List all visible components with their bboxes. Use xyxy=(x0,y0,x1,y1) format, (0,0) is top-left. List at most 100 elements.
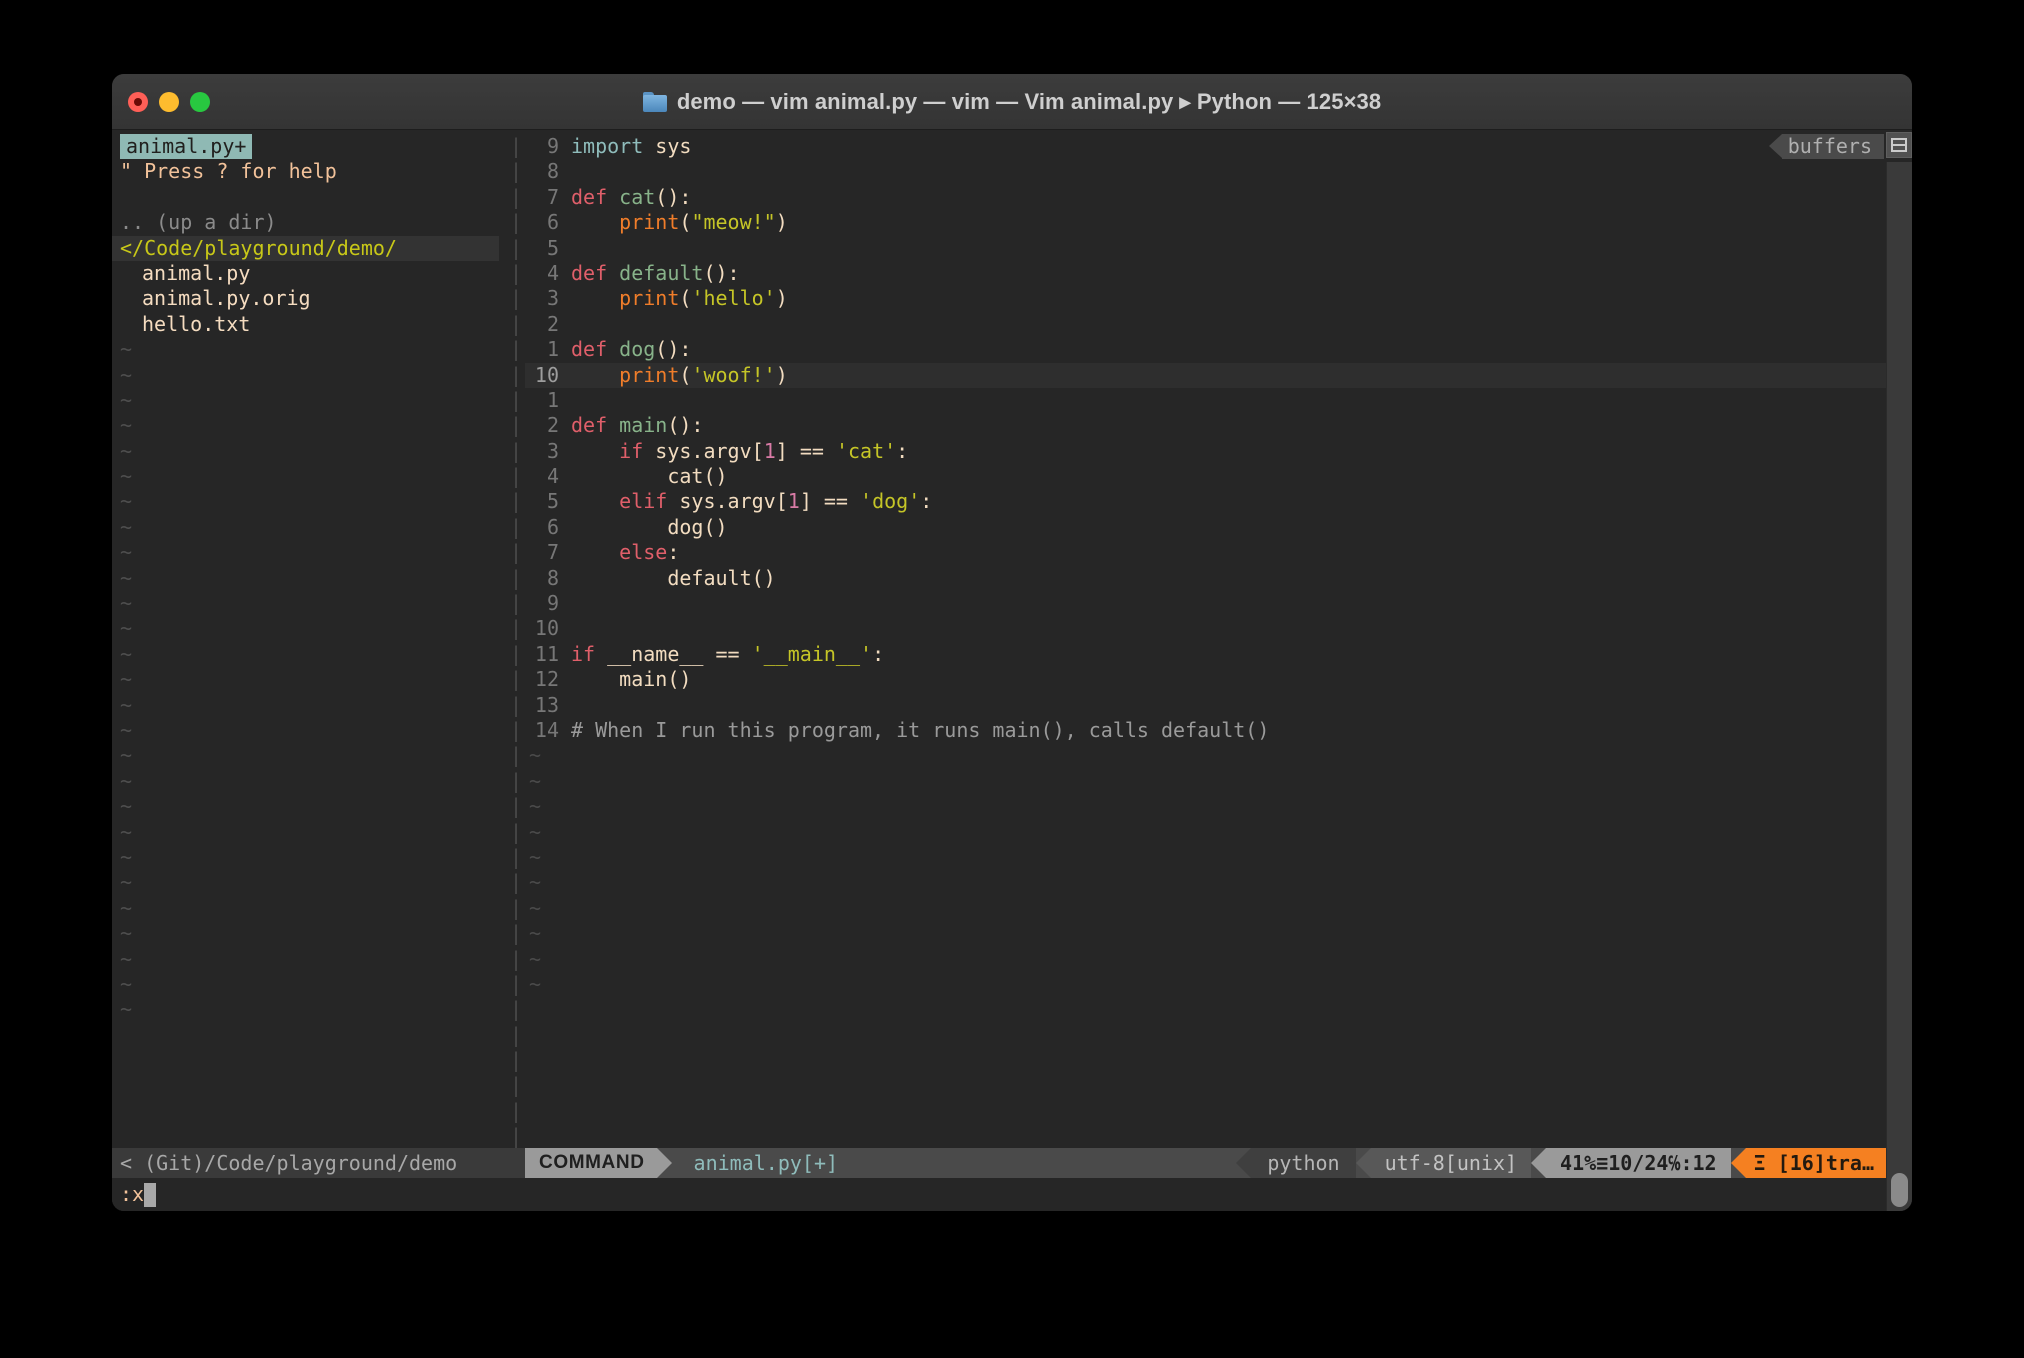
code-line[interactable]: 8 xyxy=(525,159,1912,184)
token: 'hello' xyxy=(691,286,775,310)
token: __name__ == xyxy=(595,642,752,666)
token xyxy=(571,489,619,513)
token: print xyxy=(619,210,679,234)
code-line[interactable]: 7 else: xyxy=(525,540,1912,565)
title-center: demo — vim animal.py — vim — Vim animal.… xyxy=(112,74,1912,129)
code-line[interactable]: 10 xyxy=(525,616,1912,641)
nerdtree-tilde: ~ xyxy=(112,743,507,768)
token: print xyxy=(619,363,679,387)
code-line[interactable]: 6 dog() xyxy=(525,515,1912,540)
line-number: 1 xyxy=(525,388,571,413)
line-text xyxy=(571,388,1912,413)
code-lines: 9import sys87def cat():6 print("meow!")5… xyxy=(525,134,1912,743)
split-bar-glyph: | xyxy=(507,997,525,1022)
nerdtree-tilde: ~ xyxy=(112,439,507,464)
split-bar-glyph: | xyxy=(507,464,525,489)
bufferline-label[interactable]: buffers xyxy=(1782,134,1884,159)
terminal-window: demo — vim animal.py — vim — Vim animal.… xyxy=(112,74,1912,1211)
nerdtree-tilde: ~ xyxy=(112,464,507,489)
code-line[interactable]: 4def default(): xyxy=(525,261,1912,286)
scrollbar-thumb[interactable] xyxy=(1891,1173,1908,1207)
line-number: 6 xyxy=(525,515,571,540)
split-bar-glyph: | xyxy=(507,363,525,388)
nerdtree-tilde: ~ xyxy=(112,616,507,641)
token: : xyxy=(896,439,908,463)
line-text: if sys.argv[1] == 'cat': xyxy=(571,439,1912,464)
token: main() xyxy=(571,667,691,691)
code-filler-line: ~ xyxy=(525,972,1912,997)
line-text xyxy=(571,693,1912,718)
code-line[interactable]: 12 main() xyxy=(525,667,1912,692)
code-line[interactable]: 2def main(): xyxy=(525,413,1912,438)
nerdtree-cwd[interactable]: </Code/playground/demo/ xyxy=(112,236,499,261)
line-text xyxy=(571,236,1912,261)
code-line[interactable]: 11if __name__ == '__main__': xyxy=(525,642,1912,667)
nerdtree-sidebar[interactable]: animal.py+ " Press ? for help .. (up a d… xyxy=(112,130,507,1211)
split-bar-glyph: | xyxy=(507,566,525,591)
split-bar-glyph: | xyxy=(507,337,525,362)
nerdtree-filler-lines: ~~~~~~~~~~~~~~~~~~~~~~~~~~~ xyxy=(112,337,507,1023)
code-filler-line: ~ xyxy=(525,870,1912,895)
line-number: 11 xyxy=(525,642,571,667)
editor-tilde: ~ xyxy=(525,921,571,946)
token: if xyxy=(619,439,643,463)
code-filler-line: ~ xyxy=(525,743,1912,768)
vim-command-line[interactable]: :x xyxy=(112,1178,1886,1211)
nerdtree-tilde: ~ xyxy=(112,794,507,819)
status-mode-arrow-icon xyxy=(657,1148,672,1178)
zoom-button[interactable] xyxy=(190,92,210,112)
line-number: 3 xyxy=(525,439,571,464)
code-line[interactable]: 3 print('hello') xyxy=(525,286,1912,311)
token: : xyxy=(872,642,884,666)
code-line[interactable]: 5 elif sys.argv[1] == 'dog': xyxy=(525,489,1912,514)
code-line[interactable]: 1 xyxy=(525,388,1912,413)
code-line[interactable]: 10 print('woof!') xyxy=(525,363,1912,388)
nerdtree-up-a-dir[interactable]: .. (up a dir) xyxy=(112,210,507,235)
vertical-scrollbar[interactable] xyxy=(1886,162,1912,1211)
minimize-button[interactable] xyxy=(159,92,179,112)
title-bar[interactable]: demo — vim animal.py — vim — Vim animal.… xyxy=(112,74,1912,130)
token: 'woof!' xyxy=(691,363,775,387)
code-line[interactable]: 6 print("meow!") xyxy=(525,210,1912,235)
code-pane[interactable]: 9import sys87def cat():6 print("meow!")5… xyxy=(525,130,1912,1211)
bufferline[interactable]: buffers xyxy=(1769,134,1884,159)
code-line[interactable]: 3 if sys.argv[1] == 'cat': xyxy=(525,439,1912,464)
code-filler-line: ~ xyxy=(525,921,1912,946)
token: dog() xyxy=(571,515,728,539)
token: sys xyxy=(643,134,691,158)
editor-tilde: ~ xyxy=(525,845,571,870)
code-line[interactable]: 1def dog(): xyxy=(525,337,1912,362)
code-line[interactable]: 4 cat() xyxy=(525,464,1912,489)
line-text: default() xyxy=(571,566,1912,591)
nerdtree-blank xyxy=(112,185,507,210)
close-button[interactable] xyxy=(128,92,148,112)
window-split-icon[interactable] xyxy=(1886,132,1912,158)
code-line[interactable]: 5 xyxy=(525,236,1912,261)
code-line[interactable]: 9import sys xyxy=(525,134,1912,159)
line-number: 3 xyxy=(525,286,571,311)
nerdtree-file-0[interactable]: animal.py xyxy=(112,261,507,286)
nerdtree-tilde: ~ xyxy=(112,489,507,514)
split-bar-glyph: | xyxy=(507,616,525,641)
code-line[interactable]: 13 xyxy=(525,693,1912,718)
code-line[interactable]: 9 xyxy=(525,591,1912,616)
nerdtree-tilde: ~ xyxy=(112,540,507,565)
nerdtree-tilde: ~ xyxy=(112,769,507,794)
split-bar-glyph: | xyxy=(507,642,525,667)
terminal-content: animal.py+ " Press ? for help .. (up a d… xyxy=(112,130,1912,1211)
nerdtree-file-1[interactable]: animal.py.orig xyxy=(112,286,507,311)
code-line[interactable]: 7def cat(): xyxy=(525,185,1912,210)
editor-tilde: ~ xyxy=(525,972,571,997)
status-filetype: python xyxy=(1251,1148,1355,1178)
line-number: 8 xyxy=(525,159,571,184)
token: ) xyxy=(776,210,788,234)
token: import xyxy=(571,134,643,158)
code-line[interactable]: 8 default() xyxy=(525,566,1912,591)
line-text: def default(): xyxy=(571,261,1912,286)
nerdtree-file-2[interactable]: hello.txt xyxy=(112,312,507,337)
nerdtree-cwd-row[interactable]: </Code/playground/demo/ xyxy=(112,236,507,261)
code-line[interactable]: 2 xyxy=(525,312,1912,337)
code-line[interactable]: 14# When I run this program, it runs mai… xyxy=(525,718,1912,743)
nerdtree-tilde: ~ xyxy=(112,870,507,895)
nerdtree-tilde: ~ xyxy=(112,972,507,997)
